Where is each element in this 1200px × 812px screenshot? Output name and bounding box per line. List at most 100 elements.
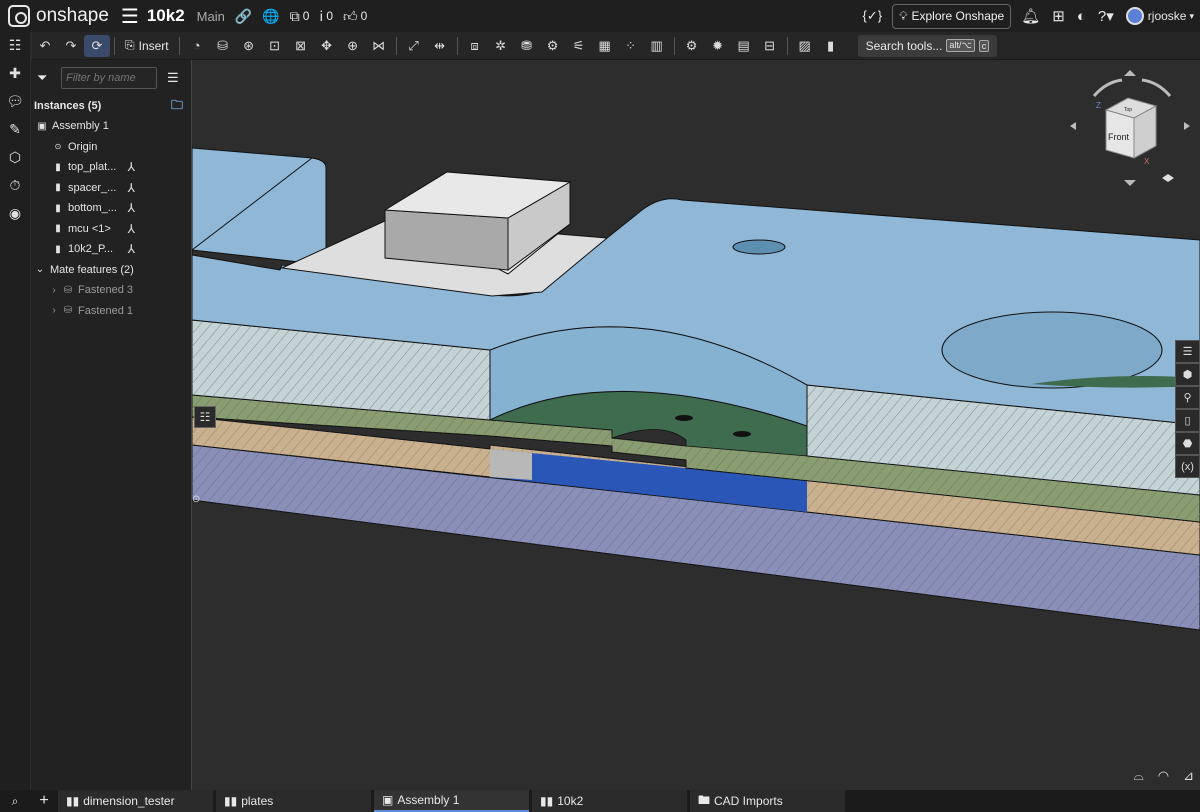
search-tabs-icon[interactable]: ⌕ [0, 794, 30, 809]
render-mode-icon[interactable]: ◠ [1158, 768, 1169, 784]
like-button[interactable]: 👍︎ 0 [343, 8, 367, 25]
menu-icon[interactable]: ☰ [121, 4, 139, 29]
screw-relation-icon[interactable]: ▦ [592, 35, 618, 57]
versions-button[interactable]: ⧉ 0 [290, 8, 310, 25]
up-arrow [1124, 70, 1136, 76]
ball-mate-icon[interactable]: ⊕ [340, 35, 366, 57]
fastened-mate-icon[interactable]: ✥ [314, 35, 340, 57]
group-icon[interactable]: ⧈ [462, 35, 488, 57]
tangent-mate-icon[interactable]: ⤢ [401, 35, 427, 57]
assembly-icon: ▣ [37, 120, 47, 132]
undo-icon[interactable]: ↶ [32, 35, 58, 57]
user-menu[interactable]: rjooske ▾ [1125, 7, 1194, 25]
fastened-icon: ⅄ [127, 180, 135, 195]
origin-row[interactable]: ⊙ Origin [31, 137, 191, 158]
parts-panel-icon[interactable]: ⬢ [1175, 363, 1200, 386]
tab-dimension-tester[interactable]: ▮▮ dimension_tester [58, 790, 213, 812]
slider-mate-icon[interactable]: ⊡ [262, 35, 288, 57]
comments-icon[interactable]: 💬︎ [4, 92, 26, 110]
assembly-row[interactable]: ▣ Assembly 1 [31, 116, 191, 137]
add-mate-icon[interactable]: ✚ [4, 64, 26, 82]
relation-icon[interactable]: ⛃ [514, 35, 540, 57]
properties-icon[interactable]: ⬣ [1175, 432, 1200, 455]
tab-cad-imports[interactable]: 🖿 CAD Imports [690, 790, 845, 812]
tab-label: plates [241, 794, 274, 808]
list-item[interactable]: ▮ bottom_... ⅄ [31, 198, 191, 219]
stopwatch-icon[interactable]: ⏱︎ [4, 176, 26, 194]
graphics-viewport[interactable] [192, 60, 1200, 790]
mass-properties-icon[interactable]: ▮ [818, 35, 844, 57]
tab-10k2[interactable]: ▮▮ 10k2 [532, 790, 687, 812]
instances-header[interactable]: Instances (5) 🗀 [31, 96, 191, 116]
branch-name[interactable]: Main [197, 9, 225, 24]
list-item[interactable]: ▮ 10k2_P... ⅄ [31, 239, 191, 260]
insert-button[interactable]: ⎘ Insert [125, 38, 169, 53]
toolbar-divider [456, 36, 458, 55]
explode-icon[interactable]: ▥ [644, 35, 670, 57]
search-tools-label: Search tools... [865, 38, 943, 53]
globe-icon[interactable]: 🌐 [262, 8, 279, 25]
document-name[interactable]: 10k2 [147, 6, 185, 26]
cylinder-icon[interactable]: ⛁ [210, 35, 236, 57]
list-item[interactable]: ▮ top_plat... ⅄ [31, 157, 191, 178]
measure-ruler-icon[interactable]: ⊿ [1183, 768, 1194, 784]
onshape-logo[interactable]: onshape [8, 5, 109, 27]
part-icon: ▮ [55, 182, 61, 194]
add-tab-button[interactable]: + [30, 792, 58, 810]
list-options-icon[interactable]: ☰ [167, 70, 179, 86]
replicate-icon[interactable]: ◔ [184, 35, 210, 57]
linear-pattern-icon[interactable]: ⁘ [618, 35, 644, 57]
link-icon[interactable]: 🔗 [235, 8, 252, 25]
list-item[interactable]: › ⛁ Fastened 3 [31, 280, 191, 301]
bom-icon[interactable]: ▤ [731, 35, 757, 57]
bell-icon[interactable]: 🔔︎ [1021, 7, 1040, 25]
feature-list-icon[interactable]: ☷ [4, 36, 26, 54]
gear-icon[interactable]: ✹ [705, 35, 731, 57]
tab-assembly-1[interactable]: ▣ Assembly 1 [374, 790, 529, 812]
measure-icon[interactable]: ⊟ [757, 35, 783, 57]
origin-label: Origin [68, 140, 98, 153]
settings-icon[interactable]: ⚙ [679, 35, 705, 57]
feature-toggle-icon[interactable]: ☷ [194, 406, 216, 428]
rack-relation-icon[interactable]: ⚟ [566, 35, 592, 57]
filter-icon[interactable]: ⏷ [37, 70, 55, 86]
tab-plates[interactable]: ▮▮ plates [216, 790, 371, 812]
fastened-mate-icon: ⛁ [63, 305, 73, 317]
appstore-icon[interactable]: ◉ [4, 204, 26, 222]
section-view-icon[interactable]: ▨ [792, 35, 818, 57]
view-cube[interactable]: Front Top Z X [1066, 70, 1196, 200]
toolbar-divider [114, 36, 115, 55]
mate-connector-icon[interactable]: ✲ [488, 35, 514, 57]
width-mate-icon[interactable]: ⇹ [427, 35, 453, 57]
mate-features-header[interactable]: ⌄ Mate features (2) [31, 260, 191, 281]
refresh-icon[interactable]: ⟳ [84, 34, 110, 57]
search-tools-button[interactable]: Search tools... alt/⌥ c [857, 34, 998, 57]
curly-icon[interactable]: {✓} [863, 8, 883, 24]
pin-slot-mate-icon[interactable]: ⋈ [366, 35, 392, 57]
apps-grid-icon[interactable]: ⊞ [1052, 7, 1065, 25]
gear-relation-icon[interactable]: ⚙ [540, 35, 566, 57]
comments-button[interactable]: ⅰ0 [319, 8, 333, 25]
mates-panel-icon[interactable]: ⚲ [1175, 386, 1200, 409]
section-icon[interactable]: ⌓ [1133, 768, 1143, 784]
edit-notes-icon[interactable]: ✎ [4, 120, 26, 138]
explore-onshape-button[interactable]: 💡︎ Explore Onshape [892, 3, 1012, 29]
configurations-icon[interactable]: ▯ [1175, 409, 1200, 432]
learning-icon[interactable]: ◐ [1077, 8, 1086, 25]
left-block-top [192, 147, 327, 266]
appearance-icon[interactable]: ☰ [1175, 340, 1200, 363]
variables-icon[interactable]: (x) [1175, 455, 1200, 478]
filter-input[interactable] [61, 67, 157, 89]
redo-icon[interactable]: ↷ [58, 35, 84, 57]
instance-label: mcu <1> [68, 222, 111, 235]
list-item[interactable]: › ⛁ Fastened 1 [31, 301, 191, 322]
new-folder-icon[interactable]: 🗀 [171, 96, 183, 117]
planar-mate-icon[interactable]: ⊠ [288, 35, 314, 57]
parts-icon[interactable]: ⬡ [4, 148, 26, 166]
list-item[interactable]: ▮ mcu <1> ⅄ [31, 219, 191, 240]
revolute-mate-icon[interactable]: ⊛ [236, 35, 262, 57]
viewport-tools: ⌓ ◠ ⊿ [1133, 768, 1194, 784]
list-item[interactable]: ▮ spacer_... ⅄ [31, 178, 191, 199]
origin-icon: ⊙ [54, 142, 62, 152]
help-icon[interactable]: ?▾ [1098, 7, 1114, 25]
